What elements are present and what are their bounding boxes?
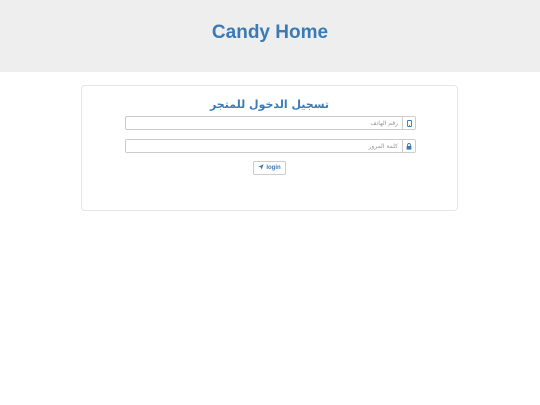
login-button[interactable]: login: [253, 161, 286, 175]
paper-plane-icon: [258, 164, 265, 172]
phone-field: [125, 116, 416, 130]
mobile-phone-icon: [402, 117, 415, 129]
login-button-label: login: [266, 165, 281, 171]
login-title: تسجيل الدخول للمتجر: [209, 98, 330, 111]
login-panel: تسجيل الدخول للمتجر login: [81, 85, 458, 211]
phone-input[interactable]: [126, 117, 402, 129]
password-input[interactable]: [126, 140, 402, 152]
lock-icon: [402, 140, 415, 152]
password-field: [125, 139, 416, 153]
brand-title: Candy Home: [211, 21, 329, 43]
site-header: Candy Home: [0, 0, 540, 72]
